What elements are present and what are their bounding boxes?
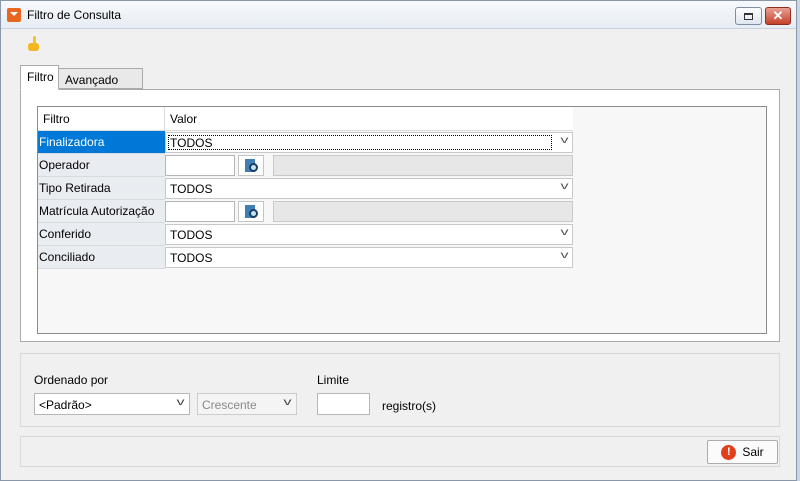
matricula-description-field [273, 201, 573, 222]
filter-label[interactable]: Matrícula Autorização [38, 200, 165, 223]
filter-label[interactable]: Operador [38, 154, 165, 177]
stop-icon: ! [721, 444, 737, 460]
direction-combo[interactable]: Crescente v [197, 393, 297, 415]
restore-icon [744, 12, 753, 20]
chevron-down-icon[interactable]: v [561, 227, 569, 238]
tab-avancado[interactable]: Avançado [59, 68, 143, 89]
order-value: <Padrão> [39, 398, 92, 412]
tipo-retirada-combo[interactable]: TODOS v [165, 178, 573, 199]
close-button[interactable]: ✕ [765, 7, 791, 25]
order-combo[interactable]: <Padrão> v [34, 393, 190, 415]
chevron-down-icon[interactable]: v [561, 135, 569, 146]
lookup-search-icon[interactable] [238, 155, 264, 176]
filter-row-conferido: Conferido TODOS v [38, 223, 573, 246]
operador-description-field [273, 155, 573, 176]
direction-value: Crescente [202, 398, 257, 412]
focus-rect [168, 135, 552, 150]
tab-panel-filtro: Filtro Valor Finalizadora TODOS v Operad… [20, 89, 780, 342]
combo-value: TODOS [170, 182, 213, 196]
tab-filtro[interactable]: Filtro [20, 65, 59, 90]
order-label: Ordenado por [34, 373, 109, 387]
filter-row-conciliado: Conciliado TODOS v [38, 246, 573, 269]
chevron-down-icon[interactable]: v [561, 250, 569, 261]
filter-row-tipo-retirada: Tipo Retirada TODOS v [38, 177, 573, 200]
restore-button[interactable] [735, 7, 762, 25]
combo-value: TODOS [170, 228, 213, 242]
chevron-down-icon[interactable]: v [177, 397, 185, 408]
matricula-code-input[interactable] [165, 201, 235, 222]
column-header-filtro[interactable]: Filtro [38, 107, 165, 131]
finalizadora-combo[interactable]: TODOS v [165, 132, 573, 153]
limit-input[interactable] [317, 393, 370, 415]
conferido-combo[interactable]: TODOS v [165, 224, 573, 245]
app-icon [7, 8, 21, 22]
chevron-down-icon: v [283, 397, 292, 408]
conciliado-combo[interactable]: TODOS v [165, 247, 573, 268]
exit-label: Sair [742, 445, 764, 459]
hand-pointer-icon[interactable] [27, 36, 41, 52]
sort-panel: Ordenado por <Padrão> v Crescente v Limi… [20, 353, 780, 427]
footer-bar: ! Sair [20, 436, 780, 467]
filter-row-operador: Operador [38, 154, 573, 177]
close-icon: ✕ [772, 8, 784, 23]
operador-code-input[interactable] [165, 155, 235, 176]
filter-row-finalizadora: Finalizadora TODOS v [38, 131, 573, 154]
dialog-window: Filtro de Consulta ✕ Filtro Avançado Fil… [0, 0, 797, 481]
window-title: Filtro de Consulta [27, 8, 122, 22]
chevron-down-icon[interactable]: v [561, 181, 569, 192]
limit-suffix: registro(s) [382, 399, 437, 413]
filter-label[interactable]: Conferido [38, 223, 165, 246]
exit-button[interactable]: ! Sair [707, 440, 778, 464]
filter-label[interactable]: Conciliado [38, 246, 165, 269]
title-bar: Filtro de Consulta ✕ [1, 1, 796, 29]
lookup-search-icon[interactable] [238, 201, 264, 222]
limit-label: Limite [317, 373, 350, 387]
filter-label[interactable]: Tipo Retirada [38, 177, 165, 200]
filter-row-matricula-autorizacao: Matrícula Autorização [38, 200, 573, 223]
column-header-valor[interactable]: Valor [165, 107, 573, 131]
filter-label[interactable]: Finalizadora [38, 131, 165, 154]
combo-value: TODOS [170, 251, 213, 265]
filter-grid: Filtro Valor Finalizadora TODOS v Operad… [37, 106, 767, 334]
